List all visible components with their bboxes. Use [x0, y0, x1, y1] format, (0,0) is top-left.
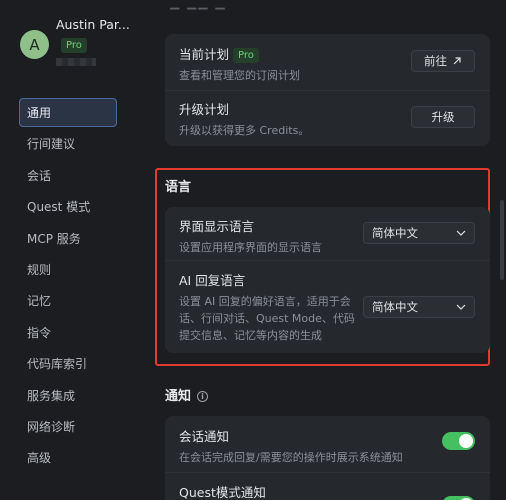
scrolled-heading-fragment: ▔ ▔▔ ▔	[170, 8, 227, 22]
avatar[interactable]: A	[20, 30, 49, 59]
sidebar-item-quest-mode[interactable]: Quest 模式	[19, 192, 117, 221]
ui-language-select[interactable]: 简体中文	[363, 222, 475, 244]
notifications-divider	[165, 472, 490, 473]
sidebar-item-general[interactable]: 通用	[19, 98, 117, 127]
sidebar-item-network-diagnostics[interactable]: 网络诊断	[19, 412, 117, 441]
sidebar-item-chat[interactable]: 会话	[19, 161, 117, 190]
language-section-title: 语言	[165, 180, 192, 195]
notifications-card: 会话通知 在会话完成回复/需要您的操作时展示系统通知 Quest模式通知	[165, 416, 490, 500]
ai-language-value: 简体中文	[372, 300, 418, 314]
chevron-down-icon	[456, 304, 466, 310]
session-notification-desc: 在会话完成回复/需要您的操作时展示系统通知	[179, 451, 403, 464]
quest-notification-row: Quest模式通知	[179, 482, 476, 500]
ui-language-value: 简体中文	[372, 226, 418, 240]
plan-divider	[165, 90, 490, 91]
current-plan-badge: Pro	[233, 48, 259, 63]
ai-language-title: AI 回复语言	[179, 273, 246, 288]
upgrade-button[interactable]: 升级	[411, 106, 475, 128]
session-notification-title: 会话通知	[179, 429, 230, 444]
notifications-title-label: 通知	[165, 389, 192, 404]
sidebar-item-integrations[interactable]: 服务集成	[19, 381, 117, 410]
info-icon[interactable]: i	[197, 391, 209, 402]
settings-content: ▔ ▔▔ ▔ 当前计划 Pro 查看和管理您的订阅计划 前往 升级计划 升级以获得…	[150, 0, 506, 500]
go-to-plan-button[interactable]: 前往	[411, 50, 475, 72]
session-notification-row: 会话通知 在会话完成回复/需要您的操作时展示系统通知	[179, 426, 476, 466]
external-link-icon	[453, 57, 461, 65]
quest-notification-title: Quest模式通知	[179, 485, 266, 500]
current-plan-label: 当前计划	[179, 47, 230, 62]
sidebar-item-codebase-index[interactable]: 代码库索引	[19, 349, 117, 378]
sidebar-item-rules[interactable]: 规则	[19, 255, 117, 284]
scrollbar[interactable]	[500, 200, 504, 280]
ai-language-select[interactable]: 简体中文	[363, 296, 475, 318]
go-to-plan-label: 前往	[424, 54, 447, 68]
language-card: 界面显示语言 设置应用程序界面的显示语言 简体中文 AI 回复语言 设置 AI …	[165, 207, 490, 353]
session-notification-toggle[interactable]	[442, 432, 475, 450]
redacted-email	[56, 58, 96, 66]
sidebar: A Austin Par... Pro 通用 行间建议 会话 Quest 模式 …	[0, 0, 150, 500]
sidebar-item-advanced[interactable]: 高级	[19, 443, 117, 472]
chevron-down-icon	[456, 230, 466, 236]
plan-badge: Pro	[61, 38, 87, 53]
ai-language-desc-line: 提交信息、记忆等内容的生成	[179, 329, 322, 342]
sidebar-item-commands[interactable]: 指令	[19, 318, 117, 347]
notifications-section-title: 通知 i	[165, 385, 209, 404]
plan-card: 当前计划 Pro 查看和管理您的订阅计划 前往 升级计划 升级以获得更多 Cred…	[165, 34, 490, 146]
language-divider	[165, 260, 490, 261]
sidebar-item-mcp[interactable]: MCP 服务	[19, 224, 117, 253]
quest-notification-toggle[interactable]	[442, 496, 475, 500]
settings-nav: 通用 行间建议 会话 Quest 模式 MCP 服务 规则 记忆 指令 代码库索…	[19, 98, 117, 475]
sidebar-item-inline-suggestions[interactable]: 行间建议	[19, 129, 117, 158]
user-name: Austin Par...	[56, 17, 130, 32]
sidebar-item-memory[interactable]: 记忆	[19, 286, 117, 315]
